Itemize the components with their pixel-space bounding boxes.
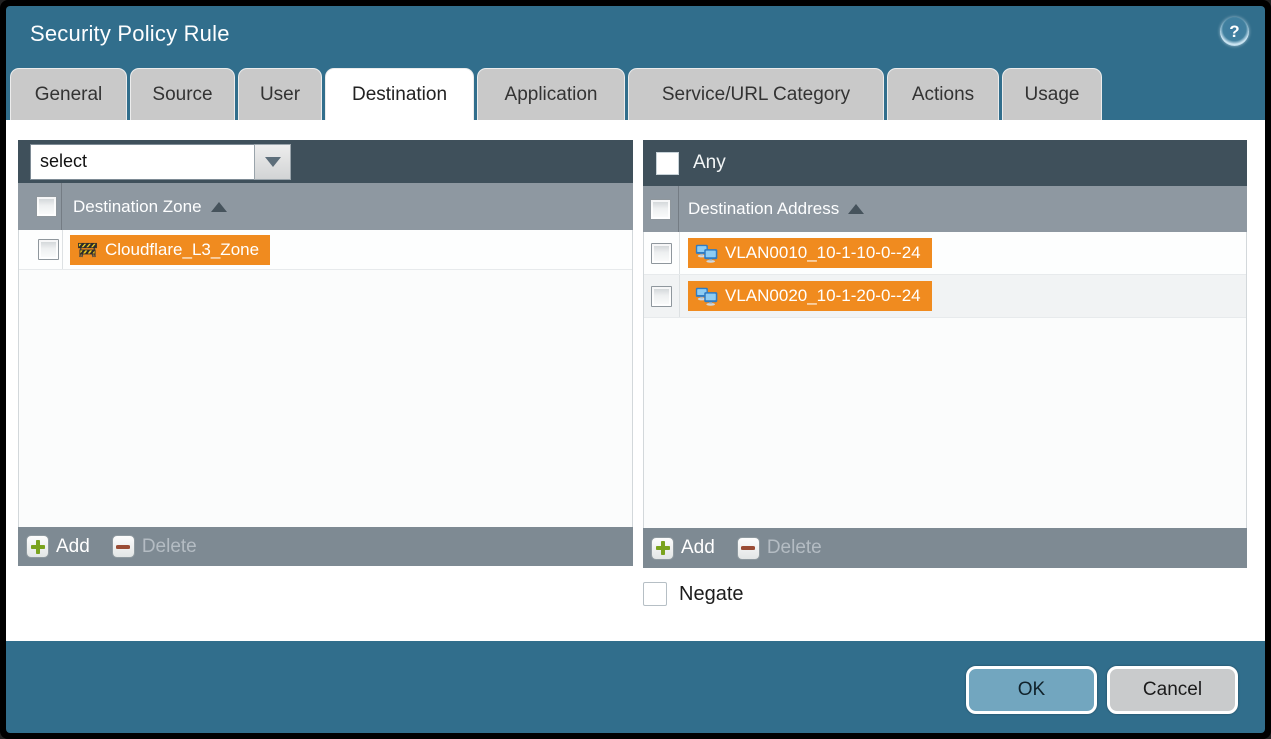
zone-toolbar [18,140,633,183]
table-row[interactable]: VLAN0020_10-1-20-0--24 [644,275,1246,318]
zone-select-combobox [30,144,291,180]
minus-icon [737,537,760,560]
sort-asc-icon [211,202,227,212]
row-checkbox-cell [644,232,680,274]
row-checkbox-cell [19,230,63,269]
add-button[interactable]: Add [651,537,715,560]
plus-icon [26,535,49,558]
zone-select-dropdown-button[interactable] [254,144,291,180]
address-list: VLAN0010_10-1-10-0--24 [643,232,1247,528]
address-item-label: VLAN0020_10-1-20-0--24 [725,286,921,306]
zone-list: Cloudflare_L3_Zone [18,230,633,527]
address-item-chip[interactable]: VLAN0010_10-1-10-0--24 [688,238,932,268]
address-item-label: VLAN0010_10-1-10-0--24 [725,243,921,263]
plus-icon [651,537,674,560]
destination-zone-panel: Destination Zone [18,140,633,566]
zone-list-toolbar: Add Delete [18,527,633,566]
address-icon [695,287,718,306]
row-checkbox[interactable] [651,243,672,264]
zone-item-label: Cloudflare_L3_Zone [105,240,259,260]
security-policy-rule-dialog: Security Policy Rule General Source User… [0,0,1271,739]
chevron-down-icon [265,157,281,167]
negate-checkbox[interactable] [643,582,667,606]
tab-user[interactable]: User [238,68,322,120]
zone-select-all-checkbox[interactable] [36,196,57,217]
zone-select-input[interactable] [30,144,254,180]
zone-header-checkbox-cell [18,183,62,230]
tab-application[interactable]: Application [477,68,625,120]
tab-service-url-category[interactable]: Service/URL Category [628,68,884,120]
negate-label: Negate [679,583,744,606]
delete-button[interactable]: Delete [112,535,197,558]
dialog-body: Destination Zone [6,120,1265,641]
row-checkbox-cell [644,275,680,317]
address-header-checkbox-cell [643,186,679,232]
table-row[interactable]: Cloudflare_L3_Zone [19,230,632,270]
zone-icon [77,241,98,258]
dialog-titlebar: Security Policy Rule [6,6,1265,68]
any-label: Any [693,152,726,174]
dialog-title: Security Policy Rule [30,21,230,47]
zone-column-label: Destination Zone [73,197,202,217]
zone-column-header[interactable]: Destination Zone [18,183,633,230]
cancel-button[interactable]: Cancel [1107,666,1238,714]
tab-actions[interactable]: Actions [887,68,999,120]
tab-bar: General Source User Destination Applicat… [10,68,1102,120]
sort-asc-icon [848,204,864,214]
tab-usage[interactable]: Usage [1002,68,1102,120]
row-checkbox[interactable] [38,239,59,260]
address-icon [695,244,718,263]
zone-item-chip[interactable]: Cloudflare_L3_Zone [70,235,270,265]
help-icon[interactable] [1220,17,1249,46]
add-button[interactable]: Add [26,535,90,558]
any-header: Any [643,140,1247,186]
tab-destination[interactable]: Destination [325,68,474,120]
tab-general[interactable]: General [10,68,127,120]
address-column-header[interactable]: Destination Address [643,186,1247,232]
destination-address-panel: Any Destination Address [643,140,1247,568]
address-column-label: Destination Address [688,199,839,219]
any-checkbox[interactable] [656,152,679,175]
delete-button[interactable]: Delete [737,537,822,560]
dialog-window: Security Policy Rule General Source User… [6,6,1265,733]
table-row[interactable]: VLAN0010_10-1-10-0--24 [644,232,1246,275]
address-select-all-checkbox[interactable] [650,199,671,220]
minus-icon [112,535,135,558]
row-checkbox[interactable] [651,286,672,307]
tab-source[interactable]: Source [130,68,235,120]
address-item-chip[interactable]: VLAN0020_10-1-20-0--24 [688,281,932,311]
negate-row: Negate [643,582,744,606]
address-list-toolbar: Add Delete [643,528,1247,568]
ok-button[interactable]: OK [966,666,1097,714]
